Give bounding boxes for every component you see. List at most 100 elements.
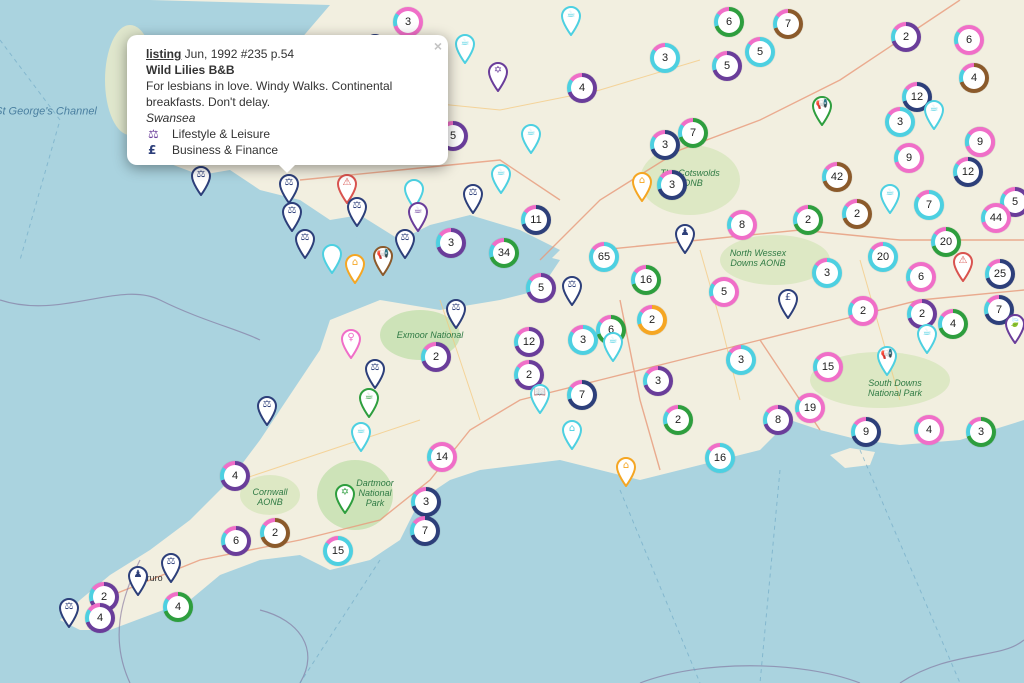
cluster-marker[interactable]: 44 [981,203,1011,233]
map-pin[interactable]: ☕ [490,164,512,194]
map-pin[interactable] [321,244,343,274]
cluster-marker[interactable]: 2 [842,199,872,229]
cluster-marker[interactable]: 4 [938,309,968,339]
map-pin[interactable]: £ [777,289,799,319]
cluster-marker[interactable]: 14 [427,442,457,472]
map-pin[interactable]: ⚖ [394,229,416,259]
cluster-marker[interactable]: 65 [589,242,619,272]
cluster-marker[interactable]: 2 [637,305,667,335]
cluster-marker[interactable]: 15 [813,352,843,382]
cluster-marker[interactable]: 5 [526,273,556,303]
map-pin[interactable]: 📢 [372,246,394,276]
cluster-marker[interactable]: 5 [712,51,742,81]
cluster-marker[interactable]: 7 [773,9,803,39]
cluster-marker[interactable]: 3 [393,7,423,37]
map-pin[interactable]: ⚖ [281,202,303,232]
cluster-marker[interactable]: 34 [489,238,519,268]
map-pin[interactable]: ⚖ [256,396,278,426]
cluster-marker[interactable]: 8 [763,405,793,435]
map-pin[interactable]: ⚖ [364,359,386,389]
cluster-marker[interactable]: 4 [959,63,989,93]
map-pin[interactable]: ☕ [916,324,938,354]
cluster-marker[interactable]: 7 [410,516,440,546]
cluster-marker[interactable]: 3 [568,325,598,355]
map-pin[interactable]: 📢 [876,346,898,376]
cluster-marker[interactable]: 6 [906,262,936,292]
map-pin[interactable]: ⚠ [952,252,974,282]
map-pin[interactable]: ⌂ [631,172,653,202]
map-pin[interactable]: ⚖ [445,299,467,329]
cluster-marker[interactable]: 3 [726,345,756,375]
map-pin[interactable]: ⚖ [160,553,182,583]
map-pin[interactable]: ♟ [674,224,696,254]
map-pin[interactable]: ☕ [602,332,624,362]
cluster-marker[interactable]: 5 [709,277,739,307]
cluster-marker[interactable]: 3 [650,130,680,160]
cluster-marker[interactable]: 12 [514,327,544,357]
cluster-marker[interactable]: 6 [714,7,744,37]
cluster-marker[interactable]: 3 [812,258,842,288]
cluster-marker[interactable]: 2 [260,518,290,548]
map-pin[interactable]: ⌂ [615,457,637,487]
cluster-marker[interactable]: 3 [657,170,687,200]
cluster-marker[interactable]: 2 [891,22,921,52]
map-pin[interactable]: ⚖ [462,184,484,214]
map-pin[interactable]: ☕ [879,184,901,214]
map-pin[interactable]: ♟ [127,566,149,596]
cluster-marker[interactable]: 4 [220,461,250,491]
cluster-marker[interactable]: 3 [411,487,441,517]
cluster-marker[interactable]: 16 [705,443,735,473]
close-icon[interactable]: × [434,38,442,54]
cluster-marker[interactable]: 6 [954,25,984,55]
listing-link[interactable]: listing [146,47,181,61]
cluster-marker[interactable]: 2 [421,342,451,372]
map-pin[interactable]: ☕ [358,388,380,418]
cluster-marker[interactable]: 2 [848,296,878,326]
map-canvas[interactable]: St George's Channel Exmoor National Dart… [0,0,1024,683]
cluster-marker[interactable]: 2 [793,205,823,235]
map-pin[interactable]: ☕ [454,34,476,64]
cluster-marker[interactable]: 3 [966,417,996,447]
cluster-marker[interactable]: 5 [745,37,775,67]
map-pin[interactable]: ☕ [560,6,582,36]
cluster-marker[interactable]: 16 [631,265,661,295]
cluster-marker[interactable]: 9 [851,417,881,447]
cluster-marker[interactable]: 42 [822,162,852,192]
map-pin[interactable]: ✡ [487,62,509,92]
map-pin[interactable]: ☕ [923,100,945,130]
cluster-marker[interactable]: 4 [914,415,944,445]
cluster-marker[interactable]: 3 [885,107,915,137]
map-pin[interactable]: ⚖ [294,229,316,259]
map-pin[interactable]: 🍃 [1004,314,1024,344]
map-pin[interactable]: ☕ [520,124,542,154]
cluster-marker[interactable]: 9 [894,143,924,173]
map-pin[interactable]: ⚖ [561,276,583,306]
cluster-marker[interactable]: 6 [221,526,251,556]
map-pin[interactable]: ⌂ [344,254,366,284]
cluster-marker[interactable]: 8 [727,210,757,240]
cluster-marker[interactable]: 19 [795,393,825,423]
cluster-marker[interactable]: 7 [914,190,944,220]
map-pin[interactable]: ✡ [334,484,356,514]
cluster-marker[interactable]: 3 [436,228,466,258]
cluster-marker[interactable]: 25 [985,259,1015,289]
cluster-marker[interactable]: 4 [567,73,597,103]
map-pin[interactable]: ♀ [340,329,362,359]
map-pin[interactable]: ⚖ [346,197,368,227]
cluster-marker[interactable]: 3 [650,43,680,73]
cluster-marker[interactable]: 3 [643,366,673,396]
map-pin[interactable]: ⚖ [58,598,80,628]
cluster-marker[interactable]: 4 [163,592,193,622]
map-pin[interactable]: ☕ [350,422,372,452]
cluster-marker[interactable]: 20 [868,242,898,272]
cluster-marker[interactable]: 4 [85,603,115,633]
map-pin[interactable]: ⚖ [278,174,300,204]
cluster-marker[interactable]: 15 [323,536,353,566]
map-pin[interactable]: 📢 [811,96,833,126]
cluster-marker[interactable]: 7 [567,380,597,410]
map-pin[interactable]: ⚖ [190,166,212,196]
map-pin[interactable]: 📖 [529,384,551,414]
cluster-marker[interactable]: 7 [678,118,708,148]
cluster-marker[interactable]: 2 [663,405,693,435]
cluster-marker[interactable]: 9 [965,127,995,157]
